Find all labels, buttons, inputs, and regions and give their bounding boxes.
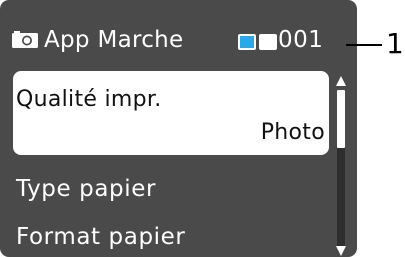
- scrollbar-thumb[interactable]: [337, 90, 345, 148]
- copy-counter: 001: [278, 27, 324, 53]
- app-title: App Marche: [44, 27, 184, 53]
- menu-item-paper-type[interactable]: Type papier: [16, 175, 156, 203]
- scroll-up-arrow-icon[interactable]: [336, 76, 346, 86]
- camera-icon: [12, 31, 38, 48]
- header-bar: App Marche 001: [0, 0, 357, 66]
- memory-card-icon: [238, 34, 256, 50]
- memory-card-icon: [259, 34, 277, 50]
- menu-item-paper-size[interactable]: Format papier: [16, 223, 185, 251]
- menu-item-print-quality[interactable]: Qualité impr. Photo: [13, 71, 329, 155]
- callout-number: 1: [386, 27, 404, 60]
- callout-leader-line: [346, 44, 382, 46]
- scroll-down-arrow-icon[interactable]: [336, 246, 346, 256]
- lcd-screen: App Marche 001 Qualité impr. Photo Type …: [0, 0, 357, 257]
- menu-item-label: Qualité impr.: [16, 87, 162, 112]
- menu-item-value: Photo: [260, 120, 325, 145]
